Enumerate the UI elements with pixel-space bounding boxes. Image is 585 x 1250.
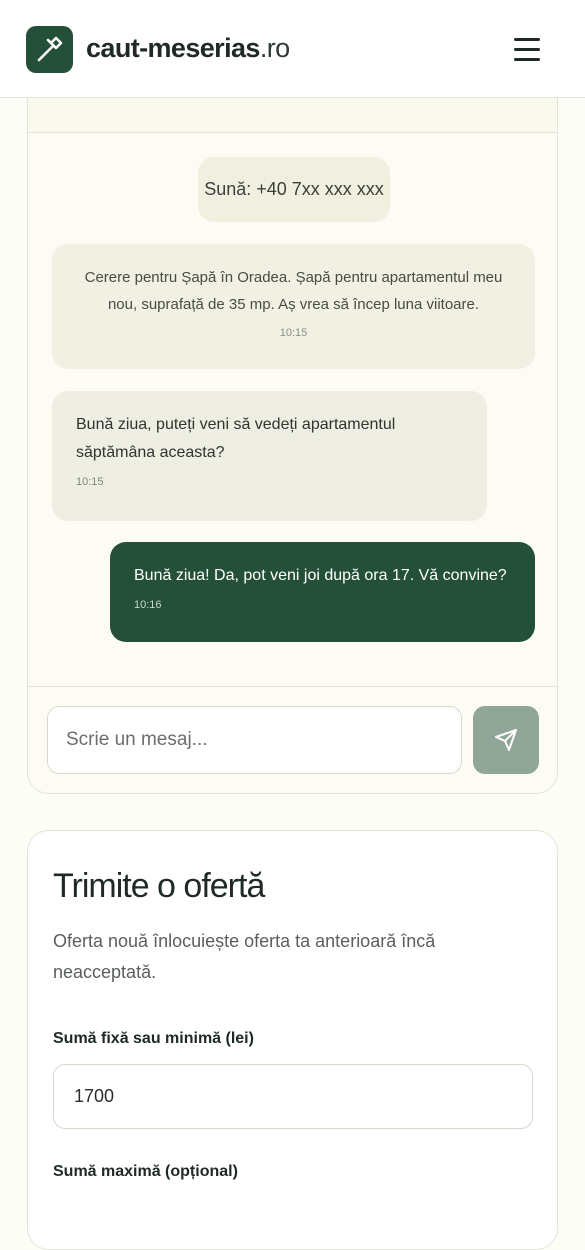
system-message: Cerere pentru Șapă în Oradea. Șapă pentr… <box>52 244 535 369</box>
menu-line <box>514 48 540 51</box>
call-button-label: Sună: +40 7xx xxx xxx <box>204 179 384 199</box>
hamburger-menu-icon[interactable] <box>510 34 544 64</box>
brand-name-text: caut-meserias <box>86 33 260 63</box>
logo-hammer-icon[interactable] <box>26 26 73 73</box>
system-message-time: 10:15 <box>279 327 308 339</box>
min-amount-input[interactable] <box>53 1064 533 1129</box>
chat-panel: Sună: +40 7xx xxx xxx Cerere pentru Șapă… <box>27 60 558 794</box>
brand-name[interactable]: caut-meserias.ro <box>86 33 290 64</box>
outgoing-message: Bună ziua! Da, pot veni joi după ora 17.… <box>110 542 535 642</box>
menu-line <box>514 58 540 61</box>
max-amount-label: Sumă maximă (opțional) <box>53 1163 238 1180</box>
offer-description: Oferta nouă înlocuiește oferta ta anteri… <box>53 931 436 982</box>
outgoing-message-time: 10:16 <box>134 599 162 611</box>
incoming-message: Bună ziua, puteți veni să vedeți apartam… <box>52 391 487 521</box>
message-composer <box>28 686 557 793</box>
outgoing-message-text: Bună ziua! Da, pot veni joi după ora 17.… <box>134 567 507 584</box>
system-message-text: Cerere pentru Șapă în Oradea. Șapă pentr… <box>84 269 503 313</box>
brand-tld: .ro <box>259 33 290 63</box>
offer-title: Trimite o ofertă <box>53 867 265 905</box>
incoming-message-time: 10:15 <box>76 476 104 488</box>
menu-line <box>514 38 540 41</box>
hammer-icon <box>37 36 63 62</box>
min-amount-label: Sumă fixă sau minimă (lei) <box>53 1030 254 1047</box>
offer-form-card: Trimite o ofertă Oferta nouă înlocuiește… <box>27 830 558 1250</box>
send-icon <box>495 729 517 751</box>
call-button[interactable]: Sună: +40 7xx xxx xxx <box>198 157 390 222</box>
message-input[interactable] <box>47 706 462 774</box>
incoming-message-text: Bună ziua, puteți veni să vedeți apartam… <box>76 416 396 461</box>
top-header: caut-meserias.ro <box>0 0 585 98</box>
send-button[interactable] <box>473 706 539 774</box>
